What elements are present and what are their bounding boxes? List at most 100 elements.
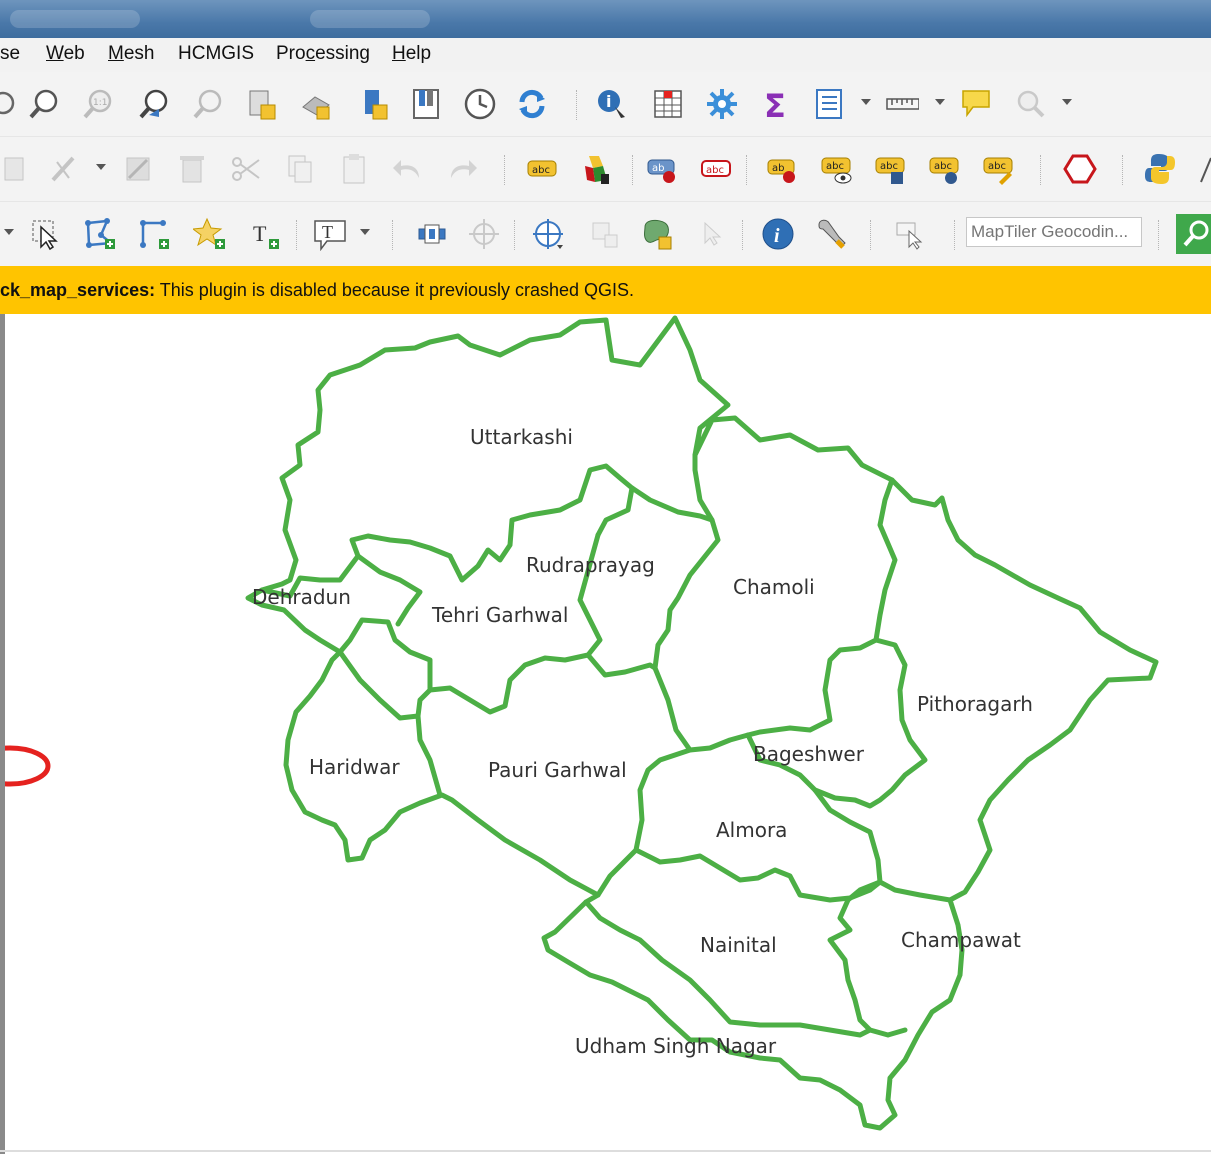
- text-annotation-icon[interactable]: T: [312, 216, 348, 252]
- add-polygon-icon[interactable]: [82, 216, 118, 252]
- pin-labels-icon[interactable]: ab: [644, 151, 680, 187]
- layer-labeling-icon[interactable]: abc: [524, 151, 560, 187]
- redo-icon[interactable]: [444, 151, 480, 187]
- zoom-disabled-icon[interactable]: [1012, 86, 1048, 122]
- zoom-to-selection-icon[interactable]: [136, 86, 172, 122]
- chevron-down-icon[interactable]: [1062, 99, 1072, 105]
- add-shape-icon[interactable]: [640, 216, 676, 252]
- processing-toolbox-icon[interactable]: [704, 86, 740, 122]
- map-tips-icon[interactable]: [958, 86, 994, 122]
- select-disabled-icon[interactable]: [694, 216, 730, 252]
- menu-mesh[interactable]: Mesh: [108, 43, 154, 65]
- toggle-editing-icon[interactable]: [0, 151, 30, 187]
- menu-hcmgis[interactable]: HCMGIS: [178, 43, 254, 65]
- python-console-icon[interactable]: [1142, 151, 1178, 187]
- change-label-icon[interactable]: abc: [980, 151, 1016, 187]
- open-table-icon[interactable]: [812, 86, 848, 122]
- menu-processing[interactable]: Processing: [276, 43, 370, 65]
- district-label: Dehradun: [252, 585, 351, 609]
- menu-database[interactable]: se: [0, 43, 20, 65]
- chevron-down-icon[interactable]: [360, 229, 370, 235]
- pick-feature-icon[interactable]: [892, 216, 928, 252]
- district-map: Uttarkashi Rudraprayag Chamoli Dehradun …: [0, 315, 1159, 1131]
- boundary-chamoli-pauri-almora: [652, 665, 751, 753]
- chevron-down-icon[interactable]: [4, 229, 14, 235]
- new-3d-map-icon[interactable]: [298, 86, 334, 122]
- district-label: Rudraprayag: [526, 553, 655, 577]
- toolbar-separator: [632, 155, 635, 185]
- boundary-bageshwer-pithoragarh: [745, 637, 928, 809]
- district-label: Pithoragarh: [917, 692, 1033, 716]
- status-bar-edge: [0, 1150, 1211, 1152]
- zoom-in-icon[interactable]: [26, 86, 62, 122]
- toolbar-separator: [1040, 155, 1043, 185]
- svg-text:i: i: [774, 225, 780, 247]
- red-annotation-circle: [0, 745, 51, 787]
- chevron-down-icon[interactable]: [935, 99, 945, 105]
- add-text-annotation-icon[interactable]: T: [246, 216, 282, 252]
- svg-text:abc: abc: [880, 161, 898, 172]
- pan-map-icon[interactable]: [0, 86, 24, 122]
- chevron-down-icon[interactable]: [96, 164, 106, 170]
- delete-selected-icon[interactable]: [174, 151, 210, 187]
- refresh-icon[interactable]: [514, 86, 550, 122]
- georeference-icon[interactable]: [530, 216, 566, 252]
- copy-features-icon[interactable]: [282, 151, 318, 187]
- window-title-bar: [0, 0, 1211, 38]
- title-blur: [310, 10, 430, 28]
- add-point-star-icon[interactable]: [192, 216, 228, 252]
- rotate-label-icon[interactable]: abc: [926, 151, 962, 187]
- wrench-tool-icon[interactable]: [814, 216, 850, 252]
- toolbar-separator: [392, 220, 395, 250]
- menu-web[interactable]: Web: [46, 43, 85, 65]
- zoom-full-extent-icon[interactable]: [414, 216, 450, 252]
- toolbar-separator: [514, 220, 517, 250]
- cut-features-icon[interactable]: [228, 151, 264, 187]
- info-icon[interactable]: i: [760, 216, 796, 252]
- geocoder-search-input[interactable]: [966, 217, 1142, 247]
- undo-icon[interactable]: [390, 151, 426, 187]
- statistical-summary-icon[interactable]: Σ: [758, 86, 794, 122]
- zoom-native-icon[interactable]: 1:1: [80, 86, 116, 122]
- show-bookmarks-icon[interactable]: [408, 86, 444, 122]
- search-icon[interactable]: [1176, 214, 1211, 254]
- show-labels-eye-icon[interactable]: abc: [818, 151, 854, 187]
- highlight-pinned-labels-icon[interactable]: ab: [764, 151, 800, 187]
- digitize-icon[interactable]: [46, 151, 82, 187]
- new-bookmark-icon[interactable]: [356, 86, 392, 122]
- menu-help[interactable]: Help: [392, 43, 431, 65]
- crosshair-disabled-icon[interactable]: [466, 216, 502, 252]
- toolbar-separator: [870, 220, 873, 250]
- svg-text:1:1: 1:1: [93, 98, 107, 108]
- add-feature-disabled-icon[interactable]: [586, 216, 622, 252]
- toolbar-editing: abc ab abc ab abc abc abc abc: [0, 137, 1211, 202]
- map-canvas[interactable]: Uttarkashi Rudraprayag Chamoli Dehradun …: [0, 314, 1211, 1154]
- select-features-icon[interactable]: [28, 216, 64, 252]
- paste-features-icon[interactable]: [336, 151, 372, 187]
- attribute-table-icon[interactable]: [650, 86, 686, 122]
- district-label: Udham Singh Nagar: [575, 1034, 777, 1058]
- district-label: Pauri Garhwal: [488, 758, 627, 782]
- svg-text:ab: ab: [652, 163, 664, 174]
- overflow-icon[interactable]: [1196, 151, 1211, 187]
- measure-line-icon[interactable]: [884, 86, 920, 122]
- chevron-down-icon[interactable]: [861, 99, 871, 105]
- svg-text:abc: abc: [988, 161, 1006, 172]
- svg-text:T: T: [322, 222, 333, 242]
- zoom-to-layer-icon[interactable]: [190, 86, 226, 122]
- svg-text:abc: abc: [934, 161, 952, 172]
- hexagon-tool-icon[interactable]: [1062, 151, 1098, 187]
- add-ring-icon[interactable]: [136, 216, 172, 252]
- toolbar-separator: [576, 90, 579, 120]
- move-label-icon[interactable]: abc: [872, 151, 908, 187]
- new-map-view-icon[interactable]: [244, 86, 280, 122]
- toolbar-separator: [1158, 220, 1161, 250]
- vertex-tool-icon[interactable]: [120, 151, 156, 187]
- boundary-nainital-usn: [583, 899, 873, 1038]
- temporal-controller-icon[interactable]: [462, 86, 498, 122]
- diagram-options-icon[interactable]: [580, 151, 616, 187]
- plugin-name: ck_map_services:: [0, 280, 156, 300]
- svg-text:i: i: [606, 92, 611, 111]
- identify-features-icon[interactable]: i: [594, 86, 630, 122]
- show-hide-labels-icon[interactable]: abc: [698, 151, 734, 187]
